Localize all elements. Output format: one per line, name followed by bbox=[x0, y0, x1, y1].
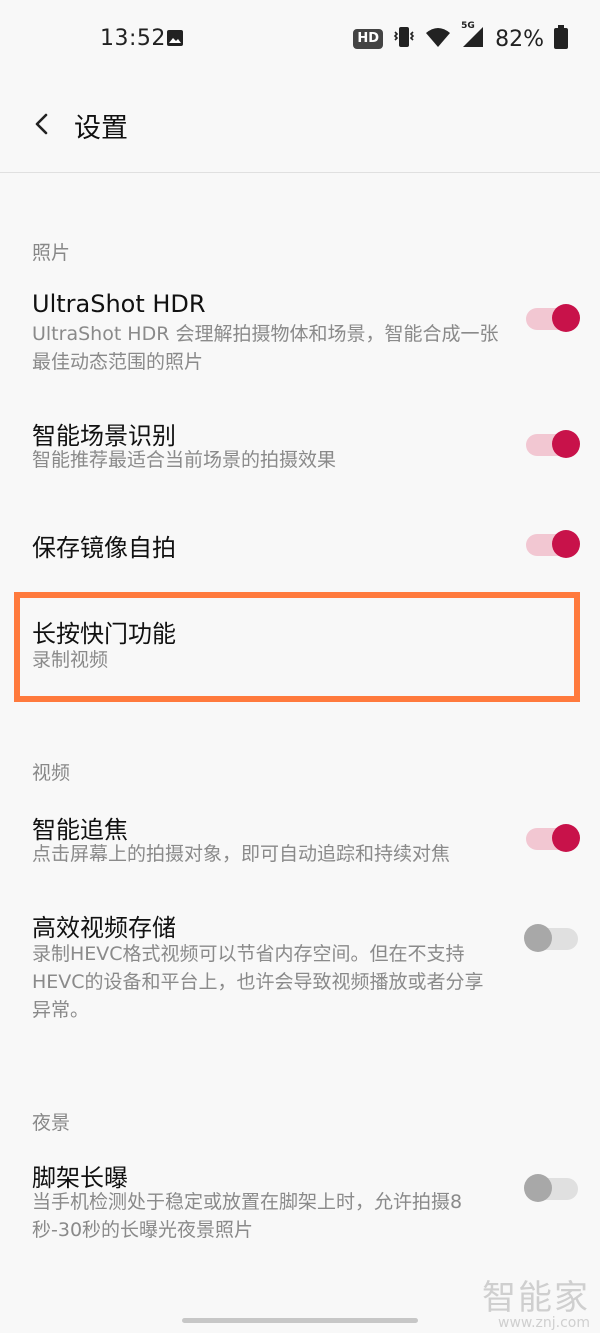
setting-subtitle: 当手机检测处于稳定或放置在脚架上时，允许拍摄8秒-30秒的长曝光夜景照片 bbox=[32, 1191, 463, 1241]
mirror-selfie-toggle[interactable] bbox=[524, 528, 580, 560]
battery-percent: 82% bbox=[495, 26, 544, 52]
setting-title: 长按快门功能 bbox=[32, 620, 176, 648]
smart-tracking-toggle[interactable] bbox=[524, 822, 580, 854]
setting-scene-recognition[interactable]: 智能场景识别 智能推荐最适合当前场景的拍摄效果 bbox=[0, 410, 600, 490]
status-time: 13:52 bbox=[100, 26, 166, 51]
hd-badge: HD bbox=[353, 29, 384, 49]
battery-icon bbox=[554, 25, 568, 53]
home-indicator[interactable] bbox=[182, 1318, 418, 1323]
setting-smart-tracking[interactable]: 智能追焦 点击屏幕上的拍摄对象，即可自动追踪和持续对焦 bbox=[0, 806, 600, 886]
section-header-photo: 照片 bbox=[32, 242, 71, 264]
signal-icon: 5G bbox=[461, 21, 485, 53]
setting-title: 保存镜像自拍 bbox=[32, 534, 176, 562]
setting-hevc-storage[interactable]: 高效视频存储 录制HEVC格式视频可以节省内存空间。但在不支持HEVC的设备和平… bbox=[0, 904, 600, 1034]
ultrashot-hdr-toggle[interactable] bbox=[524, 302, 580, 334]
setting-subtitle: 录制HEVC格式视频可以节省内存空间。但在不支持HEVC的设备和平台上，也许会导… bbox=[32, 943, 484, 1021]
chevron-left-icon bbox=[35, 113, 48, 135]
setting-title: UltraShot HDR bbox=[32, 290, 206, 318]
hevc-storage-toggle[interactable] bbox=[524, 922, 580, 954]
image-icon bbox=[166, 29, 184, 51]
tripod-long-exposure-toggle[interactable] bbox=[524, 1172, 580, 1204]
wifi-icon bbox=[425, 26, 451, 52]
watermark-url: www.znj.com bbox=[498, 1315, 590, 1331]
section-header-video: 视频 bbox=[32, 762, 71, 784]
setting-subtitle: 点击屏幕上的拍摄对象，即可自动追踪和持续对焦 bbox=[32, 843, 451, 865]
network-type: 5G bbox=[461, 21, 475, 31]
scene-recognition-toggle[interactable] bbox=[524, 428, 580, 460]
setting-subtitle: 录制视频 bbox=[32, 649, 109, 671]
section-header-night: 夜景 bbox=[32, 1112, 71, 1134]
setting-subtitle: UltraShot HDR 会理解拍摄物体和场景，智能合成一张最佳动态范围的照片 bbox=[32, 323, 499, 373]
setting-subtitle: 智能推荐最适合当前场景的拍摄效果 bbox=[32, 449, 337, 471]
watermark-brand: 智能家 bbox=[482, 1278, 590, 1318]
status-bar: 13:52 HD 5G 82% bbox=[0, 0, 600, 78]
app-bar: 设置 bbox=[0, 88, 600, 173]
setting-long-press-shutter[interactable]: 长按快门功能 录制视频 bbox=[0, 610, 600, 690]
setting-tripod-long-exposure[interactable]: 脚架长曝 当手机检测处于稳定或放置在脚架上时，允许拍摄8秒-30秒的长曝光夜景照… bbox=[0, 1154, 600, 1254]
back-button[interactable] bbox=[24, 106, 60, 142]
setting-mirror-selfie[interactable]: 保存镜像自拍 bbox=[0, 524, 600, 568]
vibrate-icon bbox=[393, 25, 415, 53]
watermark: 智能家 www.znj.com bbox=[482, 1270, 590, 1331]
setting-ultrashot-hdr[interactable]: UltraShot HDR UltraShot HDR 会理解拍摄物体和场景，智… bbox=[0, 284, 600, 384]
page-title: 设置 bbox=[74, 113, 128, 144]
status-icons: HD 5G 82% bbox=[353, 21, 568, 53]
setting-title: 高效视频存储 bbox=[32, 914, 176, 942]
